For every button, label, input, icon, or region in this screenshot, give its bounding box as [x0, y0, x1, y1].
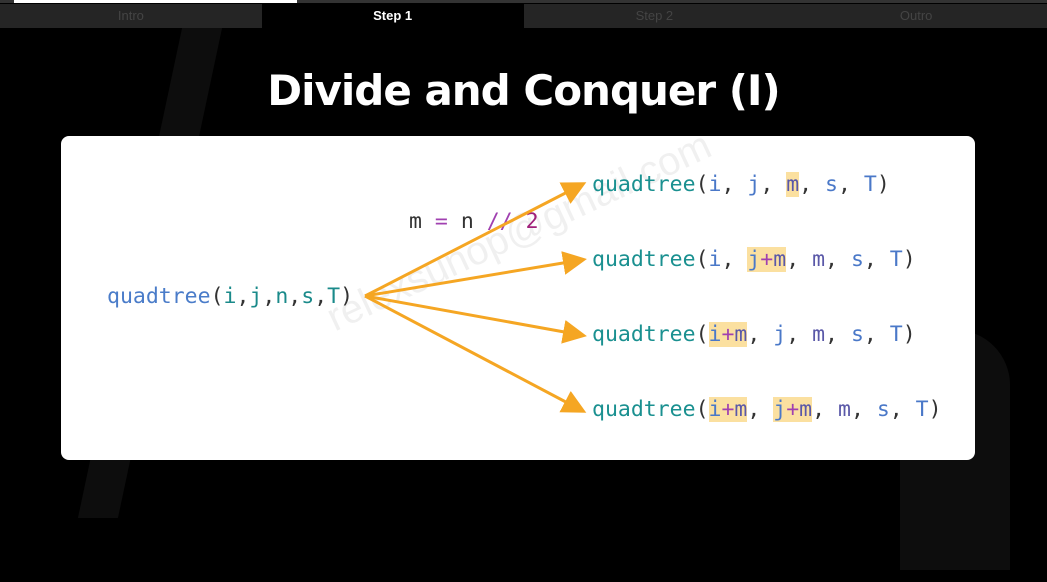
arg-highlight: s [877, 397, 890, 422]
comma: , [825, 322, 851, 347]
arg-highlight: i+m [708, 397, 748, 422]
paren: ( [695, 172, 709, 197]
paren: ( [695, 322, 709, 347]
arg: m [812, 247, 826, 272]
arg-highlight: m [786, 172, 800, 197]
comma: , [799, 172, 826, 197]
arg-highlight: s [851, 322, 864, 347]
comma: , [747, 322, 774, 347]
arg: j [747, 172, 761, 197]
function-name: quadtree [592, 172, 696, 197]
arg-highlight: j [747, 172, 760, 197]
arg: T [889, 247, 903, 272]
arg-highlight: m [838, 397, 851, 422]
comma: , [747, 397, 774, 422]
function-name: quadtree [592, 322, 696, 347]
recursive-call: quadtree(i+m, j+m, m, s, T) [592, 395, 942, 425]
arg: j+m [747, 247, 787, 272]
function-name: quadtree [592, 397, 696, 422]
arg: i [708, 247, 722, 272]
comma: , [760, 172, 787, 197]
arrow [364, 294, 587, 413]
arg-highlight: j [773, 322, 786, 347]
comma: , [838, 172, 864, 197]
comma: , [786, 322, 813, 347]
arg-highlight: j+m [747, 247, 787, 272]
arg-highlight: i [709, 247, 722, 272]
arg: T [863, 172, 877, 197]
comma: , [863, 322, 890, 347]
arg: m [812, 322, 826, 347]
paren: ) [928, 397, 942, 422]
paren: ) [902, 247, 916, 272]
function-name: quadtree [592, 247, 696, 272]
comma: , [863, 247, 890, 272]
arrow [364, 294, 587, 344]
comma: , [850, 397, 877, 422]
paren: ) [902, 322, 916, 347]
arg: T [889, 322, 903, 347]
recursive-call: quadtree(i, j+m, m, s, T) [592, 245, 916, 275]
arg-highlight: T [916, 397, 929, 422]
arg: j+m [773, 397, 813, 422]
arg: T [915, 397, 929, 422]
comma: , [721, 247, 748, 272]
arg-highlight: T [890, 247, 903, 272]
arg-highlight: j+m [773, 397, 813, 422]
comma: , [786, 247, 813, 272]
arg: m [837, 397, 851, 422]
arg-highlight: s [825, 172, 838, 197]
comma: , [889, 397, 916, 422]
arg: i+m [708, 322, 748, 347]
comma: , [812, 397, 838, 422]
recursive-call: quadtree(i, j, m, s, T) [592, 170, 890, 200]
arg-highlight: i+m [708, 322, 748, 347]
arg-highlight: m [812, 322, 825, 347]
arg-highlight: T [890, 322, 903, 347]
paren: ( [695, 397, 709, 422]
arrows [364, 182, 587, 413]
arg: s [825, 172, 838, 197]
arg: i+m [708, 397, 748, 422]
arg: j [773, 322, 787, 347]
arg-highlight: m [812, 247, 825, 272]
arg: s [850, 247, 864, 272]
arg-highlight: i [709, 172, 722, 197]
comma: , [721, 172, 748, 197]
arg-highlight: s [851, 247, 864, 272]
arg-highlight: T [864, 172, 877, 197]
arg: s [876, 397, 890, 422]
paren: ) [876, 172, 890, 197]
paren: ( [695, 247, 709, 272]
arg: i [708, 172, 722, 197]
arg: s [850, 322, 864, 347]
comma: , [825, 247, 851, 272]
arg: m [786, 172, 800, 197]
recursive-call: quadtree(i+m, j, m, s, T) [592, 320, 916, 350]
